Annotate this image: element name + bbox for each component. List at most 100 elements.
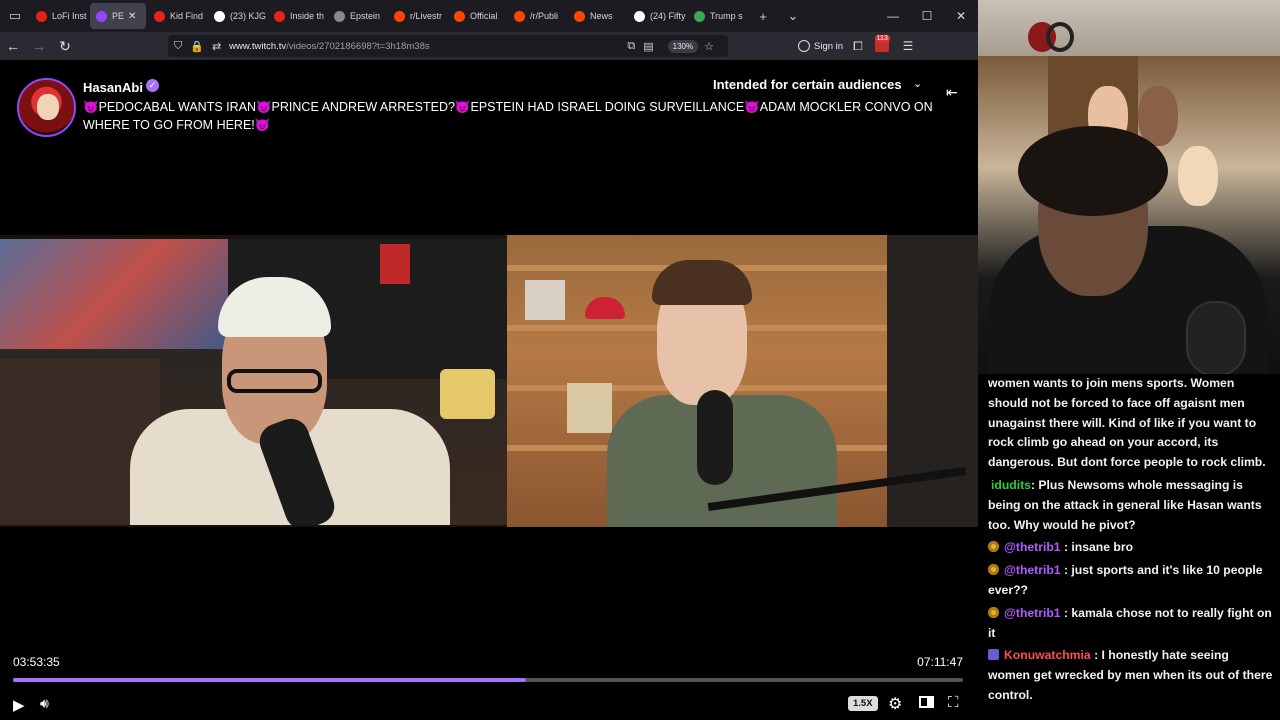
host-glasses: [227, 369, 322, 393]
guest-camera-feed: [507, 235, 978, 527]
ublock-extension-icon[interactable]: 113: [874, 35, 890, 52]
host-camera-feed: [0, 239, 507, 525]
red-flag: [380, 244, 410, 284]
tab-label: /r/Publi: [530, 11, 559, 21]
collapse-panel-icon[interactable]: ⇤: [946, 84, 958, 101]
settings-gear-icon[interactable]: ⚙: [888, 694, 902, 714]
tab-favicon-icon: [514, 10, 525, 22]
maximize-icon[interactable]: ☐: [910, 0, 944, 32]
new-tab-icon[interactable]: +: [748, 0, 778, 32]
tab-label: Trump s: [710, 11, 743, 21]
chat-username[interactable]: idudits: [991, 478, 1031, 492]
reload-icon[interactable]: ↻: [52, 32, 78, 60]
reactor-camera-feed: [978, 56, 1280, 374]
chat-panel: women wants to join mens sports. Women s…: [978, 374, 1280, 720]
tab-favicon-icon: [394, 10, 405, 22]
verified-badge-icon: ✓: [146, 79, 159, 92]
background-person: [1178, 146, 1218, 206]
screen: ▭ LoFi Inst PE ✕ Kid Find (23) KJG Inside th E…: [0, 0, 1280, 720]
browser-tab[interactable]: r/Livestr: [388, 3, 446, 29]
browser-tab[interactable]: Kid Find: [148, 3, 206, 29]
background-person: [1138, 86, 1178, 146]
browser-tab[interactable]: Official: [448, 3, 506, 29]
current-time: 03:53:35: [13, 655, 60, 669]
minimize-icon[interactable]: —: [876, 0, 910, 32]
audience-dropdown[interactable]: Intended for certain audiences: [713, 77, 902, 92]
seek-bar[interactable]: [13, 678, 963, 682]
sign-in-label: Sign in: [814, 40, 844, 52]
chat-username[interactable]: @thetrib1: [1004, 606, 1061, 620]
tab-label: Inside th: [290, 11, 325, 21]
browser-tab[interactable]: /r/Publi: [508, 3, 566, 29]
menu-icon[interactable]: ☰: [903, 39, 914, 53]
chat-message: @thetrib1 : insane bro: [988, 538, 1274, 558]
red-cap: [585, 297, 625, 319]
tab-favicon-icon: [214, 10, 225, 22]
theatre-mode-icon[interactable]: [919, 696, 934, 708]
sign-in-button[interactable]: Sign in: [798, 40, 843, 52]
fullscreen-icon[interactable]: ⛶: [948, 694, 959, 711]
channel-avatar[interactable]: [17, 78, 76, 137]
browser-tab[interactable]: PE ✕: [90, 3, 146, 29]
video-player[interactable]: [0, 235, 978, 527]
streamer-overlay: women wants to join mens sports. Women s…: [978, 0, 1280, 720]
close-tab-icon[interactable]: ✕: [128, 11, 136, 22]
chat-username[interactable]: Konuwatchmia: [1004, 648, 1091, 662]
chat-badge-icon[interactable]: [988, 606, 999, 618]
tab-label: (24) Fifty: [650, 11, 686, 21]
browser-tab[interactable]: Trump s: [688, 3, 746, 29]
picture-in-picture-icon[interactable]: ⧉: [627, 40, 635, 53]
tab-favicon-icon: [96, 10, 107, 22]
tab-label: (23) KJG: [230, 11, 266, 21]
reactor-microphone: [1186, 301, 1246, 374]
url-path: /videos/2702186698?t=3h18m38s: [286, 40, 430, 52]
tab-label: LoFi Inst: [52, 11, 87, 21]
forward-icon[interactable]: →: [26, 32, 52, 60]
tab-favicon-icon: [334, 10, 345, 22]
chat-message: @thetrib1 : just sports and it's like 10…: [988, 561, 1274, 601]
playback-speed-button[interactable]: 1.5X: [848, 696, 878, 711]
browser-tab[interactable]: (23) KJG: [208, 3, 266, 29]
url-text[interactable]: www.twitch.tv/videos/2702186698?t=3h18m3…: [229, 41, 627, 52]
url-bar[interactable]: ⛉ 🔒 ⇄ www.twitch.tv/videos/2702186698?t=…: [168, 35, 728, 57]
tab-overview-icon[interactable]: ▭: [0, 0, 30, 32]
browser-tab[interactable]: Epstein: [328, 3, 386, 29]
stream-info-panel: HasanAbi ✓ 😈PEDOCABAL WANTS IRAN😈PRINCE …: [0, 60, 978, 235]
zoom-level[interactable]: 130%: [667, 39, 699, 53]
volume-icon[interactable]: 🔊︎: [40, 695, 49, 712]
total-time: 07:11:47: [917, 655, 963, 669]
chat-message: women wants to join mens sports. Women s…: [988, 374, 1274, 473]
bookmark-star-icon[interactable]: ☆: [704, 40, 714, 53]
chat-message: @thetrib1 : kamala chose not to really f…: [988, 604, 1274, 644]
close-window-icon[interactable]: ✕: [944, 0, 978, 32]
browser-tab[interactable]: (24) Fifty: [628, 3, 686, 29]
overlay-header-image: [978, 0, 1280, 56]
lock-icon[interactable]: 🔒: [190, 40, 204, 53]
chat-username[interactable]: @thetrib1: [1004, 540, 1061, 554]
play-icon[interactable]: ▶: [13, 696, 25, 714]
channel-name[interactable]: HasanAbi: [83, 80, 143, 95]
framed-picture: [567, 383, 612, 433]
browser-tab[interactable]: LoFi Inst: [30, 3, 88, 29]
reader-view-icon[interactable]: ▤: [643, 40, 653, 53]
back-icon[interactable]: ←: [0, 32, 26, 60]
chat-message: idudits: Plus Newsoms whole messaging is…: [988, 476, 1274, 535]
chat-badge-icon[interactable]: [988, 541, 999, 553]
extensions-icon[interactable]: ⧠: [853, 39, 863, 54]
shield-icon[interactable]: ⛉: [174, 40, 182, 53]
chat-message: Konuwatchmia : I honestly hate seeing wo…: [988, 646, 1274, 705]
tab-favicon-icon: [574, 10, 585, 22]
chat-badge-icon[interactable]: [988, 564, 999, 576]
chevron-down-icon[interactable]: ⌄: [913, 77, 922, 90]
permissions-icon[interactable]: ⇄: [212, 40, 221, 53]
ublock-count: 113: [874, 35, 890, 42]
subscriber-badge-icon[interactable]: [988, 649, 999, 661]
browser-window: ▭ LoFi Inst PE ✕ Kid Find (23) KJG Inside th E…: [0, 0, 978, 720]
url-host: www.twitch.tv: [229, 40, 287, 52]
list-all-tabs-icon[interactable]: ⌄: [778, 0, 808, 32]
tab-list: LoFi Inst PE ✕ Kid Find (23) KJG Inside th Eps…: [30, 0, 748, 32]
browser-tab[interactable]: News: [568, 3, 626, 29]
browser-tab[interactable]: Inside th: [268, 3, 326, 29]
tab-favicon-icon: [694, 10, 705, 22]
chat-username[interactable]: @thetrib1: [1004, 563, 1061, 577]
